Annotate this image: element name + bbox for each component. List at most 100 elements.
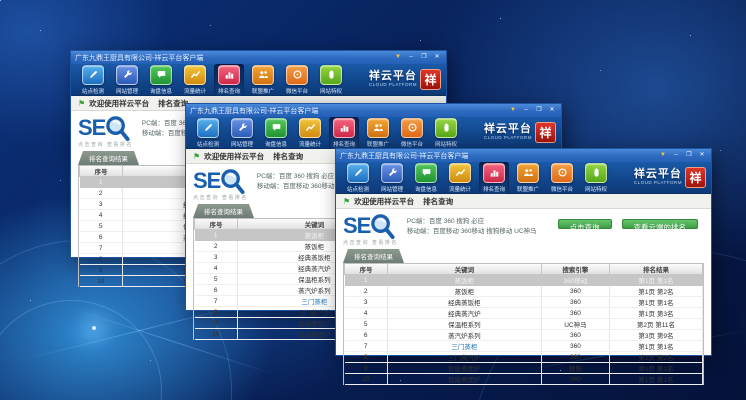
toolbar-item-inquiry-chat[interactable]: 询盘信息 — [261, 117, 291, 149]
wechat-platform-icon — [551, 163, 573, 183]
toolbar-item-label: 询盘信息 — [415, 184, 437, 192]
toolbar-item-site-manage[interactable]: 网站管理 — [377, 162, 407, 194]
close-button[interactable]: ✕ — [432, 53, 442, 62]
toolbar-item-site-privilege[interactable]: 网站特权 — [316, 64, 346, 96]
cell-keyword: 智能煮面炉 — [387, 363, 541, 374]
cell-serial: 1 — [345, 275, 388, 286]
toolbar-item-label: 微信平台 — [551, 184, 573, 192]
toolbar-item-site-check[interactable]: 站点检测 — [193, 117, 223, 149]
cell-serial: 4 — [80, 210, 123, 221]
toolbar-item-rank-query[interactable]: 排名查询 — [329, 117, 359, 149]
wechat-platform-icon — [286, 65, 308, 85]
maximize-button[interactable]: ❐ — [534, 106, 544, 115]
toolbar-item-label: 联盟推广 — [367, 139, 389, 147]
toolbar-item-wechat-platform[interactable]: 微信平台 — [397, 117, 427, 149]
cell-serial: 5 — [195, 274, 238, 285]
toolbar-item-inquiry-chat[interactable]: 询盘信息 — [411, 162, 441, 194]
cell-serial: 3 — [195, 252, 238, 263]
header-engine: 搜索引擎 — [541, 264, 609, 275]
seo-wordmark: SE — [78, 117, 105, 139]
toolbar-item-traffic-stats[interactable]: 流量统计 — [295, 117, 325, 149]
view-cloud-rank-button[interactable]: 查看云端的排名 — [622, 219, 699, 229]
minimize-button[interactable]: – — [671, 151, 681, 160]
cell-serial: 9 — [195, 318, 238, 329]
close-button[interactable]: ✕ — [697, 151, 707, 160]
toolbar-item-rank-query[interactable]: 排名查询 — [214, 64, 244, 96]
header-serial: 序号 — [345, 264, 388, 275]
toolbar-item-site-privilege[interactable]: 网站特权 — [581, 162, 611, 194]
cell-keyword: 蒸饭柜 — [387, 275, 541, 286]
toolbar-item-traffic-stats[interactable]: 流量统计 — [445, 162, 475, 194]
seo-wordmark: SE — [193, 170, 220, 192]
cell-keyword: 三门蒸汽炉 — [387, 352, 541, 363]
brand-subtitle: CLOUD PLATFORM — [484, 136, 532, 141]
table-row[interactable]: 5保温柜系列UC神马第2页 第11名 — [345, 319, 703, 330]
toolbar-item-label: 联盟推广 — [517, 184, 539, 192]
toolbar-item-site-manage[interactable]: 网站管理 — [112, 64, 142, 96]
cell-serial: 8 — [80, 254, 123, 265]
toolbar-item-site-check[interactable]: 站点检测 — [343, 162, 373, 194]
toolbar-item-wechat-platform[interactable]: 微信平台 — [547, 162, 577, 194]
flag-icon: ⚑ — [343, 197, 350, 206]
close-button[interactable]: ✕ — [547, 106, 557, 115]
table-row[interactable]: 1蒸饭柜360移动第1页 第1名 — [345, 275, 703, 286]
toolbar-item-site-check[interactable]: 站点检测 — [78, 64, 108, 96]
star-field — [0, 0, 1, 1]
tab-rank-results[interactable]: 排名查询结果 — [193, 204, 254, 218]
skin-menu-button[interactable]: ▼ — [393, 53, 403, 62]
toolbar-item-site-privilege[interactable]: 网站特权 — [431, 117, 461, 149]
brand-subtitle: CLOUD PLATFORM — [369, 83, 417, 88]
title-bar[interactable]: 广东九鼎王厨具有限公司-祥云平台客户端 ▼ – ❐ ✕ — [336, 149, 711, 162]
maximize-button[interactable]: ❐ — [419, 53, 429, 62]
traffic-stats-icon — [449, 163, 471, 183]
cell-serial: 10 — [80, 276, 123, 287]
cell-rank: 第1页 第1名 — [609, 275, 702, 286]
query-button[interactable]: 点击查询 — [558, 219, 612, 229]
toolbar-item-label: 网站特权 — [585, 184, 607, 192]
traffic-stats-icon — [299, 118, 321, 138]
skin-menu-button[interactable]: ▼ — [658, 151, 668, 160]
toolbar-item-label: 网站管理 — [116, 86, 138, 94]
title-bar[interactable]: 广东九鼎王厨具有限公司-祥云平台客户端 ▼ – ❐ ✕ — [186, 104, 561, 117]
toolbar-item-alliance-promo[interactable]: 联盟推广 — [513, 162, 543, 194]
brand-badge-icon: 祥 — [535, 122, 556, 143]
toolbar-item-alliance-promo[interactable]: 联盟推广 — [248, 64, 278, 96]
maximize-button[interactable]: ❐ — [684, 151, 694, 160]
cell-serial: 6 — [345, 330, 388, 341]
tab-rank-results[interactable]: 排名查询结果 — [78, 151, 139, 165]
table-row[interactable]: 4经典蒸汽炉360第1页 第3名 — [345, 308, 703, 319]
breadcrumb-welcome: 欢迎使用祥云平台 — [89, 98, 149, 109]
cell-serial: 4 — [195, 263, 238, 274]
toolbar-item-inquiry-chat[interactable]: 询盘信息 — [146, 64, 176, 96]
minimize-button[interactable]: – — [521, 106, 531, 115]
tab-rank-results[interactable]: 排名查询结果 — [343, 249, 404, 263]
toolbar-item-site-manage[interactable]: 网站管理 — [227, 117, 257, 149]
minimize-button[interactable]: – — [406, 53, 416, 62]
cell-engine: 360 — [541, 308, 609, 319]
table-row[interactable]: 6蒸汽炉系列360第3页 第9名 — [345, 330, 703, 341]
skin-menu-button[interactable]: ▼ — [508, 106, 518, 115]
engine-line-pc: PC端：百度 360 搜狗 必应 — [407, 217, 537, 227]
cell-keyword: 智能煮面炉 — [387, 374, 541, 385]
toolbar-item-traffic-stats[interactable]: 流量统计 — [180, 64, 210, 96]
site-check-icon — [197, 118, 219, 138]
cell-serial: 3 — [80, 199, 123, 210]
table-row[interactable]: 8三门蒸汽炉360第1页 第2名 — [345, 352, 703, 363]
site-check-icon — [347, 163, 369, 183]
toolbar-item-alliance-promo[interactable]: 联盟推广 — [363, 117, 393, 149]
traffic-stats-icon — [184, 65, 206, 85]
toolbar-item-label: 网站管理 — [381, 184, 403, 192]
title-bar[interactable]: 广东九鼎王厨具有限公司-祥云平台客户端 ▼ – ❐ ✕ — [71, 51, 446, 64]
table-row[interactable]: 2蒸饭柜360第1页 第2名 — [345, 286, 703, 297]
table-row[interactable]: 9智能煮面炉搜狗第1页 第1名 — [345, 363, 703, 374]
brand-name: 祥云平台 — [634, 169, 682, 180]
table-row[interactable]: 3经典蒸饭柜360第1页 第1名 — [345, 297, 703, 308]
cell-serial: 1 — [80, 177, 123, 188]
table-row[interactable]: 10智能煮面炉360第1页 第1名 — [345, 374, 703, 385]
cell-keyword: 蒸汽炉系列 — [387, 330, 541, 341]
table-row[interactable]: 7三门蒸柜360第1页 第1名 — [345, 341, 703, 352]
toolbar-item-rank-query[interactable]: 排名查询 — [479, 162, 509, 194]
cell-serial: 9 — [80, 265, 123, 276]
toolbar-item-label: 网站特权 — [435, 139, 457, 147]
toolbar-item-wechat-platform[interactable]: 微信平台 — [282, 64, 312, 96]
